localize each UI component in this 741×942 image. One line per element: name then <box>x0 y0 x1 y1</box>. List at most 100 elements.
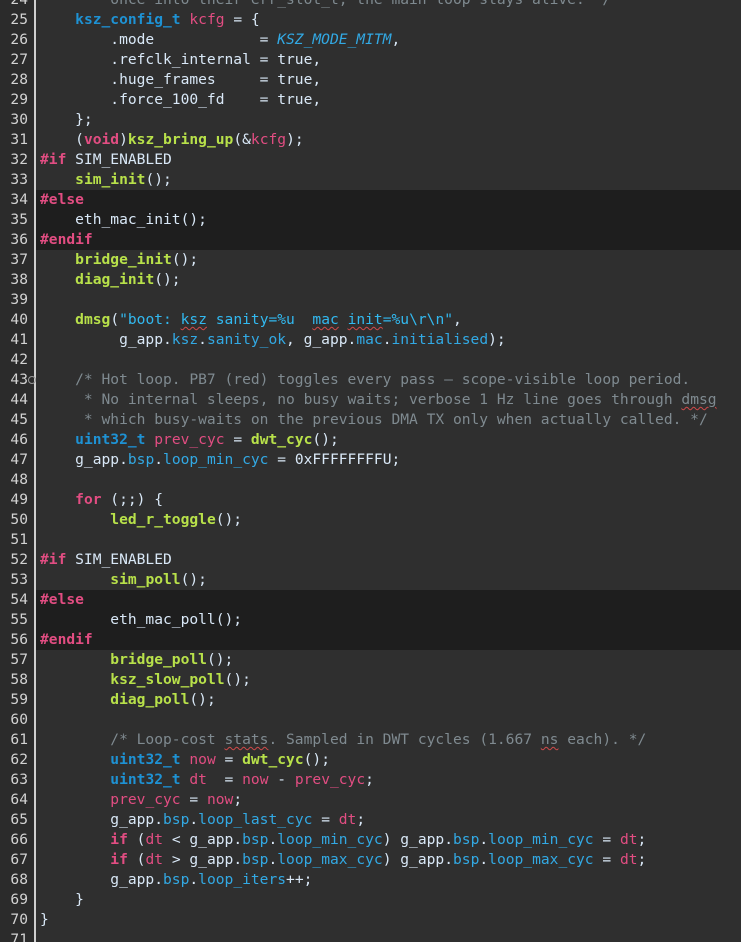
line-number: 39 <box>10 291 28 308</box>
line-number: 27 <box>10 51 28 68</box>
code-line[interactable]: 26 .mode = KSZ_MODE_MITM, <box>0 30 741 50</box>
code-line[interactable]: 57 bridge_poll(); <box>0 650 741 670</box>
code-text: . <box>268 831 278 848</box>
code-line[interactable]: 38 diag_init(); <box>0 270 741 290</box>
code-text: }; <box>40 111 93 128</box>
line-number: 45 <box>10 411 28 428</box>
code-text: eth_mac_init(); <box>40 211 207 228</box>
variable-token: dt <box>619 851 638 868</box>
line-number: 32 <box>10 151 28 168</box>
fold-marker-icon[interactable] <box>28 376 36 384</box>
code-line[interactable]: 24 once into their err_slot_t, the main … <box>0 0 741 10</box>
comment-token: /* Loop-cost <box>40 731 225 748</box>
line-number: 64 <box>10 791 28 808</box>
code-line[interactable]: 66 if (dt < g_app.bsp.loop_min_cyc) g_ap… <box>0 830 741 850</box>
code-line[interactable]: 63 uint32_t dt = now - prev_cyc; <box>0 770 741 790</box>
code-content: (void)ksz_bring_up(&kcfg); <box>40 130 304 150</box>
code-line[interactable]: 36 #endif <box>0 230 741 250</box>
code-line[interactable]: 61 /* Loop-cost stats. Sampled in DWT cy… <box>0 730 741 750</box>
code-line[interactable]: 55 eth_mac_poll(); <box>0 610 741 630</box>
code-line[interactable]: 44 * No internal sleeps, no busy waits; … <box>0 390 741 410</box>
function-token: sim_init <box>75 171 146 188</box>
code-line[interactable]: 64 prev_cyc = now; <box>0 790 741 810</box>
code-line[interactable]: 42 <box>0 350 741 370</box>
keyword-token: if <box>110 831 128 848</box>
code-text: .huge_frames = true, <box>40 71 322 88</box>
code-content: #else <box>40 190 84 210</box>
code-content: dmsg("boot: ksz sanity=%u mac init=%u\r\… <box>40 310 462 330</box>
function-token: bridge_poll <box>110 651 207 668</box>
code-content: }; <box>40 110 93 130</box>
code-content: led_r_toggle(); <box>40 510 242 530</box>
line-number: 25 <box>10 11 28 28</box>
code-line[interactable]: 71 <box>0 930 741 942</box>
field-token: bsp <box>127 451 155 468</box>
code-line[interactable]: 41 g_app.ksz.sanity_ok, g_app.mac.initia… <box>0 330 741 350</box>
code-line[interactable]: 60 <box>0 710 741 730</box>
code-line[interactable]: 48 <box>0 470 741 490</box>
code-text: eth_mac_poll(); <box>40 611 243 628</box>
code-content: #else <box>40 590 84 610</box>
code-line[interactable]: 51 <box>0 530 741 550</box>
function-token: dwt_cyc <box>242 751 304 768</box>
code-line[interactable]: 50 led_r_toggle(); <box>0 510 741 530</box>
code-line[interactable]: 39 <box>0 290 741 310</box>
string-token: sanity=%u <box>206 311 313 328</box>
code-line[interactable]: 68 g_app.bsp.loop_iters++; <box>0 870 741 890</box>
code-line[interactable]: 45 * which busy-waits on the previous DM… <box>0 410 741 430</box>
code-line[interactable]: 32 #if SIM_ENABLED <box>0 150 741 170</box>
code-line[interactable]: 56 #endif <box>0 630 741 650</box>
code-line[interactable]: 31 (void)ksz_bring_up(&kcfg); <box>0 130 741 150</box>
type-token: ksz_config_t <box>75 11 181 28</box>
code-line[interactable]: 43 /* Hot loop. PB7 (red) toggles every … <box>0 370 741 390</box>
code-line[interactable]: 35 eth_mac_init(); <box>0 210 741 230</box>
preprocessor-token: #endif <box>40 231 93 248</box>
code-text: .mode = <box>40 31 278 48</box>
line-number: 40 <box>10 311 28 328</box>
line-number: 28 <box>10 71 28 88</box>
code-line[interactable]: 62 uint32_t now = dwt_cyc(); <box>0 750 741 770</box>
code-line[interactable]: 69 } <box>0 890 741 910</box>
field-token: bsp <box>453 831 480 848</box>
code-line[interactable]: 59 diag_poll(); <box>0 690 741 710</box>
code-line[interactable]: 34 #else <box>0 190 741 210</box>
preprocessor-token: #else <box>40 591 84 608</box>
code-line[interactable]: 58 ksz_slow_poll(); <box>0 670 741 690</box>
code-line[interactable]: 53 sim_poll(); <box>0 570 741 590</box>
code-editor[interactable]: 24 once into their err_slot_t, the main … <box>0 0 741 942</box>
code-line[interactable]: 47 g_app.bsp.loop_min_cyc = 0xFFFFFFFFU; <box>0 450 741 470</box>
code-content: } <box>40 890 84 910</box>
code-line[interactable]: 29 .force_100_fd = true, <box>0 90 741 110</box>
code-content: #endif <box>40 630 93 650</box>
code-line[interactable]: 37 bridge_init(); <box>0 250 741 270</box>
line-number: 24 <box>0 0 28 10</box>
code-line[interactable]: 46 uint32_t prev_cyc = dwt_cyc(); <box>0 430 741 450</box>
code-line[interactable]: 27 .refclk_internal = true, <box>0 50 741 70</box>
code-line[interactable]: 40 dmsg("boot: ksz sanity=%u mac init=%u… <box>0 310 741 330</box>
code-line[interactable]: 30 }; <box>0 110 741 130</box>
code-line[interactable]: 67 if (dt > g_app.bsp.loop_max_cyc) g_ap… <box>0 850 741 870</box>
code-line[interactable]: 52 #if SIM_ENABLED <box>0 550 741 570</box>
code-text: . <box>268 851 278 868</box>
function-token: diag_init <box>75 271 155 288</box>
code-text: = <box>593 831 620 848</box>
code-line[interactable]: 65 g_app.bsp.loop_last_cyc = dt; <box>0 810 741 830</box>
code-line[interactable]: 70} <box>0 910 741 930</box>
code-line[interactable]: 54 #else <box>0 590 741 610</box>
code-line[interactable]: 33 sim_init(); <box>0 170 741 190</box>
code-text: ++; <box>286 871 313 888</box>
code-text: ) <box>119 131 128 148</box>
code-line[interactable]: 28 .huge_frames = true, <box>0 70 741 90</box>
line-number: 42 <box>10 351 28 368</box>
field-token: loop_min_cyc <box>277 831 383 848</box>
code-line[interactable]: 25 ksz_config_t kcfg = { <box>0 10 741 30</box>
code-text: ; <box>365 771 374 788</box>
line-number: 34 <box>10 191 28 208</box>
keyword-token: if <box>110 851 128 868</box>
code-line[interactable]: 49 for (;;) { <box>0 490 741 510</box>
